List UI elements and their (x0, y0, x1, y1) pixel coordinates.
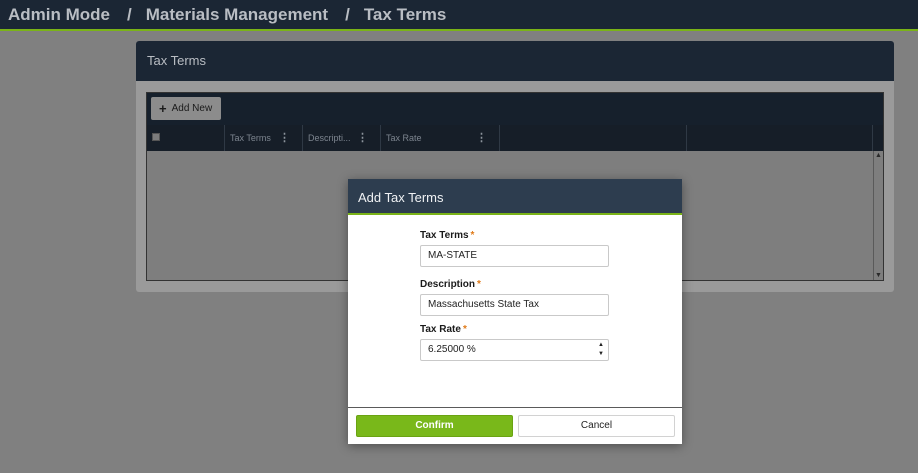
grid-scrollbar[interactable]: ▲ ▼ (873, 151, 883, 280)
description-label: Description * (420, 279, 481, 290)
top-bar: Admin Mode / Materials Management / Tax Term… (0, 0, 918, 31)
kebab-icon[interactable]: ⋮ (476, 125, 487, 151)
column-header-label: Tax Terms (230, 133, 271, 143)
description-label-text: Description (420, 279, 476, 290)
required-marker: * (462, 324, 467, 335)
grid-header: Tax Terms ⋮ Descripti... ⋮ Tax Rate ⋮ (147, 125, 883, 151)
add-new-button[interactable]: + Add New (151, 97, 221, 120)
add-tax-terms-dialog: Add Tax Terms Tax Terms * MA-STATE Descri… (348, 179, 682, 444)
caret-up-icon[interactable]: ▲ (875, 152, 882, 159)
description-input[interactable]: Massachusetts State Tax (420, 294, 609, 316)
header-select-cell (147, 125, 225, 151)
column-header-tax-terms[interactable]: Tax Terms ⋮ (225, 125, 303, 151)
dialog-header: Add Tax Terms (348, 179, 682, 215)
kebab-icon[interactable]: ⋮ (357, 125, 368, 151)
dialog-footer: Confirm Cancel (348, 407, 682, 444)
column-header-description[interactable]: Descripti... ⋮ (303, 125, 381, 151)
select-all-checkbox[interactable] (152, 133, 160, 141)
caret-up-icon[interactable]: ▲ (598, 342, 604, 348)
add-new-label: Add New (171, 103, 213, 114)
cancel-button[interactable]: Cancel (518, 415, 675, 437)
breadcrumb-tax-terms: Tax Terms (363, 5, 447, 24)
required-marker: * (477, 279, 481, 290)
breadcrumb-separator: / (127, 5, 132, 24)
tax-rate-label-text: Tax Rate (420, 324, 461, 335)
confirm-button[interactable]: Confirm (356, 415, 513, 437)
tax-rate-label: Tax Rate * (420, 324, 467, 335)
breadcrumb-separator: / (345, 5, 350, 24)
breadcrumb-materials-management[interactable]: Materials Management (146, 5, 328, 24)
panel-title: Tax Terms (147, 53, 206, 68)
tax-terms-label-text: Tax Terms (420, 230, 469, 241)
panel-header: Tax Terms (136, 41, 894, 81)
plus-icon: + (159, 101, 167, 116)
caret-down-icon[interactable]: ▼ (875, 272, 882, 279)
kebab-icon[interactable]: ⋮ (279, 125, 290, 151)
tax-rate-stepper[interactable]: ▲ ▼ (598, 341, 604, 359)
caret-down-icon[interactable]: ▼ (598, 351, 604, 357)
tax-terms-input[interactable]: MA-STATE (420, 245, 609, 267)
breadcrumb-admin-mode[interactable]: Admin Mode (8, 5, 110, 24)
column-header-empty (687, 125, 873, 151)
tax-terms-label: Tax Terms * (420, 230, 474, 241)
column-header-label: Tax Rate (386, 133, 422, 143)
required-marker: * (470, 230, 475, 241)
tax-rate-input[interactable]: 6.25000 % ▲ ▼ (420, 339, 609, 361)
column-header-label: Descripti... (308, 133, 351, 143)
grid-toolbar: + Add New (147, 93, 883, 125)
dialog-title: Add Tax Terms (358, 190, 444, 205)
tax-rate-value: 6.25000 % (428, 344, 476, 355)
column-header-empty (500, 125, 687, 151)
breadcrumb: Admin Mode / Materials Management / Tax Term… (8, 5, 446, 25)
column-header-tax-rate[interactable]: Tax Rate ⋮ (381, 125, 500, 151)
